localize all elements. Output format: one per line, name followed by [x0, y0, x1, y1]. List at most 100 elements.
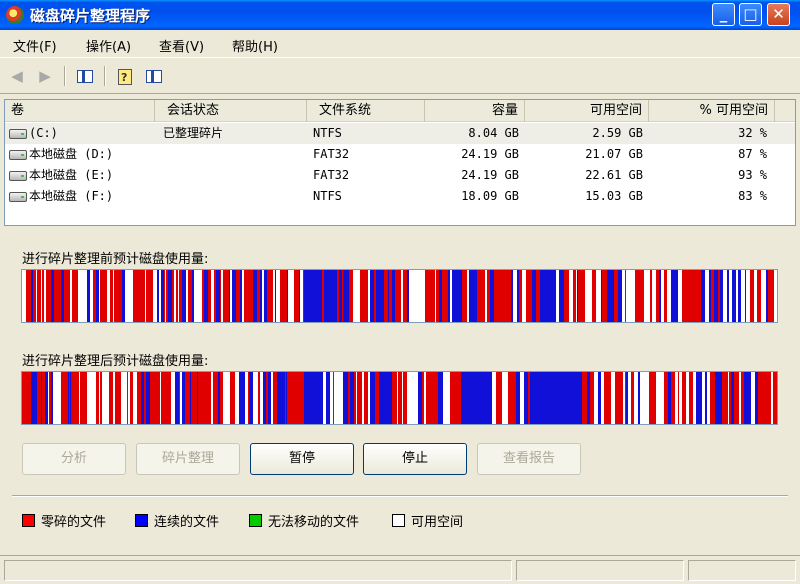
cluster-stripe [700, 372, 702, 424]
cluster-stripe [500, 372, 502, 424]
cluster-stripe [298, 270, 299, 322]
cluster-stripe [607, 372, 611, 424]
close-button[interactable]: ✕ [767, 3, 790, 26]
stop-button[interactable]: 停止 [363, 443, 467, 475]
cluster-stripe [530, 270, 532, 322]
cluster-stripe [54, 270, 55, 322]
cluster-stripe [582, 372, 585, 424]
column-file-system[interactable]: 文件系统 [307, 100, 425, 122]
back-arrow-icon[interactable]: ◀ [6, 66, 28, 86]
cluster-stripe [75, 270, 78, 322]
cluster-stripe [260, 372, 263, 424]
cluster-stripe [719, 270, 720, 322]
cluster-stripe [248, 372, 249, 424]
cluster-stripe [337, 372, 341, 424]
cluster-stripe [471, 270, 475, 322]
cluster-stripe [692, 270, 693, 322]
cluster-stripe [750, 270, 751, 322]
defragment-button[interactable]: 碎片整理 [136, 443, 240, 475]
cluster-stripe [611, 270, 614, 322]
cluster-stripe [266, 372, 268, 424]
cluster-stripe [223, 372, 226, 424]
cluster-stripe [343, 270, 347, 322]
cluster-stripe [48, 372, 49, 424]
column-volume[interactable]: 卷 [5, 100, 155, 122]
cluster-stripe [287, 372, 288, 424]
cluster-stripe [397, 372, 398, 424]
cluster-stripe [168, 270, 172, 322]
menu-action[interactable]: 操作(A) [86, 36, 131, 55]
cluster-stripe [397, 270, 401, 322]
minimize-button[interactable]: _ [712, 3, 735, 26]
volume-free: 15.03 GB [585, 189, 643, 203]
cluster-stripe [247, 270, 251, 322]
cluster-stripe [601, 270, 602, 322]
cluster-stripe [53, 372, 56, 424]
cluster-stripe [368, 372, 370, 424]
cluster-stripe [446, 270, 447, 322]
cluster-stripe [220, 372, 223, 424]
cluster-stripe [146, 372, 150, 424]
cluster-stripe [565, 270, 567, 322]
pause-button[interactable]: 暂停 [250, 443, 354, 475]
column-capacity[interactable]: 容量 [425, 100, 525, 122]
cluster-stripe [505, 372, 508, 424]
column-percent-free[interactable]: % 可用空间 [649, 100, 775, 122]
analyze-button[interactable]: 分析 [22, 443, 126, 475]
cluster-stripe [145, 270, 146, 322]
defrag-app-icon [6, 6, 24, 24]
volume-row[interactable]: 本地磁盘 (F:) NTFS 18.09 GB 15.03 GB 83 % [5, 186, 795, 207]
properties-help-icon[interactable] [114, 66, 136, 88]
menu-view[interactable]: 查看(V) [159, 36, 204, 55]
cluster-stripe [556, 270, 558, 322]
view-report-button[interactable]: 查看报告 [477, 443, 581, 475]
volume-pct-free: 93 % [738, 168, 767, 182]
volume-row[interactable]: (C:) 已整理碎片 NTFS 8.04 GB 2.59 GB 32 % [5, 123, 795, 144]
cluster-stripe [774, 270, 775, 322]
cluster-stripe [105, 372, 109, 424]
cluster-stripe [530, 372, 582, 424]
action-pane-icon[interactable] [143, 66, 165, 86]
cluster-stripe [244, 270, 247, 322]
volume-capacity: 24.19 GB [461, 168, 519, 182]
cluster-stripe [679, 372, 682, 424]
cluster-stripe [69, 372, 70, 424]
maximize-button[interactable]: □ [739, 3, 762, 26]
cluster-stripe [379, 372, 384, 424]
cluster-stripe [461, 372, 492, 424]
cluster-stripe [602, 270, 605, 322]
console-tree-icon[interactable] [74, 66, 96, 86]
volume-row[interactable]: 本地磁盘 (D:) FAT32 24.19 GB 21.07 GB 87 % [5, 144, 795, 165]
cluster-stripe [656, 270, 659, 322]
cluster-stripe [45, 270, 46, 322]
cluster-stripe [179, 372, 180, 424]
cluster-stripe [127, 372, 128, 424]
cluster-stripe [182, 270, 186, 322]
cluster-stripe [678, 270, 682, 322]
legend-free-space: 可用空间 [392, 511, 463, 530]
cluster-stripe [333, 270, 337, 322]
forward-arrow-icon[interactable]: ▶ [34, 66, 56, 86]
column-session-status[interactable]: 会话状态 [155, 100, 307, 122]
cluster-stripe [651, 372, 653, 424]
cluster-stripe [540, 270, 556, 322]
menu-help[interactable]: 帮助(H) [232, 36, 278, 55]
cluster-stripe [38, 372, 41, 424]
volume-name: (C:) [29, 126, 58, 140]
cluster-stripe [292, 270, 294, 322]
cluster-stripe [56, 372, 59, 424]
cluster-stripe [230, 372, 231, 424]
cluster-stripe [411, 372, 414, 424]
volume-row[interactable]: 本地磁盘 (E:) FAT32 24.19 GB 22.61 GB 93 % [5, 165, 795, 186]
cluster-stripe [389, 270, 392, 322]
cluster-stripe [585, 270, 586, 322]
cluster-stripe [368, 270, 370, 322]
cluster-stripe [323, 372, 326, 424]
cluster-stripe [139, 270, 140, 322]
column-free-space[interactable]: 可用空间 [525, 100, 649, 122]
hard-drive-icon [9, 128, 27, 139]
cluster-stripe [83, 270, 87, 322]
menu-file[interactable]: 文件(F) [13, 36, 57, 55]
cluster-stripe [594, 372, 598, 424]
cluster-stripe [522, 270, 526, 322]
